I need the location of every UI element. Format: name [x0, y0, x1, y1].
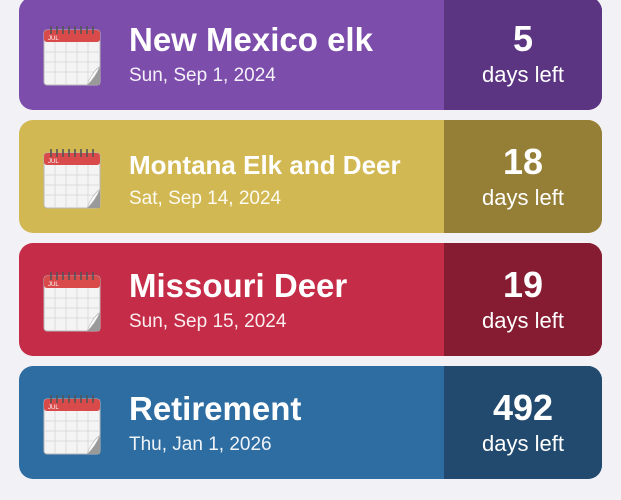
event-title: New Mexico elk	[129, 21, 373, 58]
event-title: Montana Elk and Deer	[129, 150, 401, 180]
svg-text:JUL: JUL	[48, 159, 59, 165]
calendar-icon: JUL	[43, 272, 101, 332]
days-left-panel: 492 days left	[444, 366, 602, 479]
event-card-montana-elk-and-deer[interactable]: JUL Montana Elk and Deer Sat, Sep 14, 20…	[19, 120, 602, 233]
days-left-number: 18	[502, 140, 544, 182]
event-card-main: JUL Montana Elk and Deer Sat, Sep 14, 20…	[19, 120, 444, 233]
event-card-new-mexico-elk[interactable]: JUL New Mexico elk Sun, Sep 1, 2024 5 da…	[19, 0, 602, 110]
svg-text:JUL: JUL	[48, 282, 59, 288]
event-date: Thu, Jan 1, 2026	[129, 434, 272, 455]
days-left-panel: 5 days left	[444, 0, 602, 110]
days-left-label: days left	[482, 61, 564, 87]
days-left-label: days left	[482, 430, 564, 456]
days-left-number: 492	[492, 386, 554, 428]
event-card-retirement[interactable]: JUL Retirement Thu, Jan 1, 2026 492 days…	[19, 366, 602, 479]
days-left-number: 19	[502, 263, 544, 305]
calendar-icon: JUL	[43, 26, 101, 86]
svg-text:JUL: JUL	[48, 36, 59, 42]
days-left-panel: 19 days left	[444, 243, 602, 356]
event-date: Sun, Sep 15, 2024	[129, 311, 287, 332]
calendar-icon: JUL	[43, 149, 101, 209]
event-title: Missouri Deer	[129, 267, 348, 304]
event-title: Retirement	[129, 390, 302, 427]
days-left-label: days left	[482, 184, 564, 210]
event-date: Sun, Sep 1, 2024	[129, 65, 276, 86]
event-date: Sat, Sep 14, 2024	[129, 188, 282, 209]
days-left-label: days left	[482, 307, 564, 333]
event-card-main: JUL New Mexico elk Sun, Sep 1, 2024	[19, 0, 444, 110]
event-card-missouri-deer[interactable]: JUL Missouri Deer Sun, Sep 15, 2024 19 d…	[19, 243, 602, 356]
days-left-number: 5	[512, 17, 534, 59]
event-card-main: JUL Missouri Deer Sun, Sep 15, 2024	[19, 243, 444, 356]
calendar-icon: JUL	[43, 395, 101, 455]
days-left-panel: 18 days left	[444, 120, 602, 233]
svg-text:JUL: JUL	[48, 405, 59, 411]
event-card-main: JUL Retirement Thu, Jan 1, 2026	[19, 366, 444, 479]
